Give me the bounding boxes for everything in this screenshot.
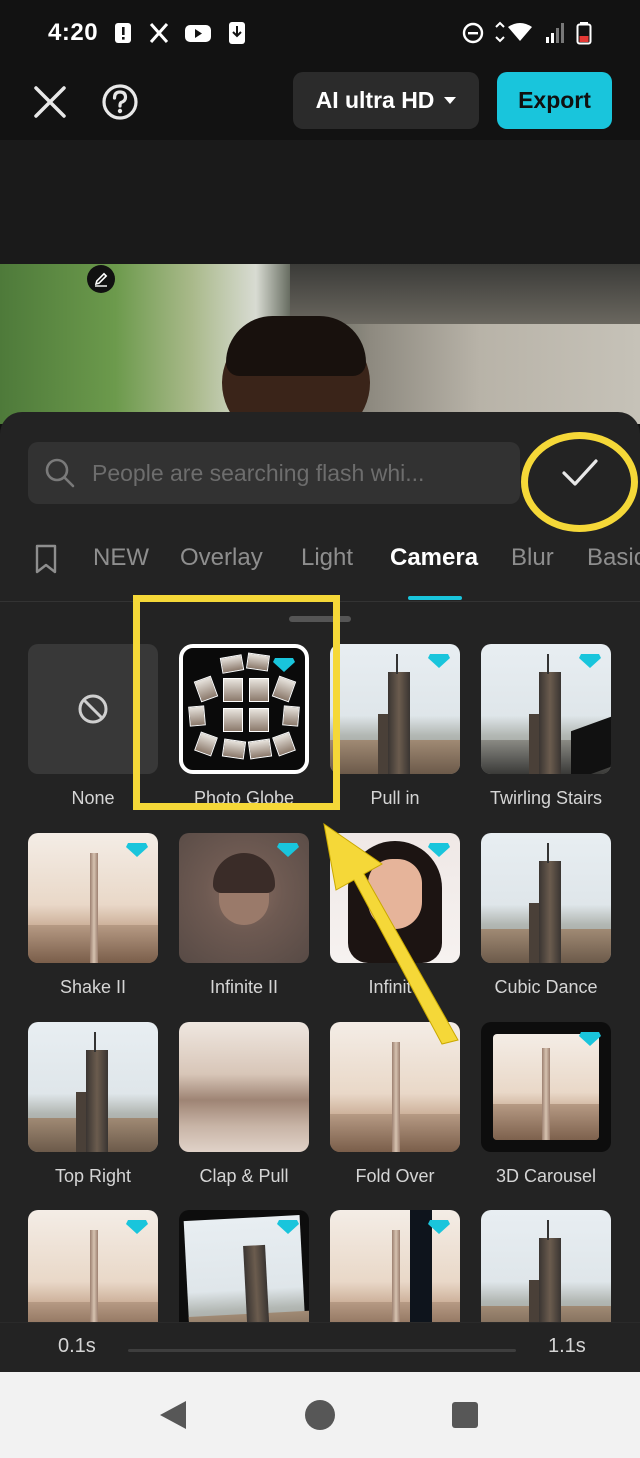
effect-label: Infinite: [368, 977, 422, 997]
effects-grid: None Photo Globe Pull in Twirling Stairs…: [0, 644, 640, 1364]
effect-thumbnail: [481, 1210, 611, 1340]
effect-label: None: [71, 788, 115, 808]
diamond-icon: [126, 843, 148, 857]
speed-bar: 0.1s 1.1s: [0, 1322, 640, 1372]
category-tabs: NEW Overlay Light Camera Blur Basic: [0, 530, 640, 602]
preview-backdrop: [0, 140, 640, 264]
diamond-icon: [579, 1032, 601, 1046]
effect-label: Infinite II: [209, 977, 279, 997]
pencil-icon: [94, 272, 108, 287]
dnd-icon: [462, 22, 484, 44]
effect-label: Fold Over: [355, 1166, 435, 1186]
effect-thumbnail: [179, 644, 309, 774]
speed-min-label: 0.1s: [58, 1335, 96, 1357]
effect-label: Photo Globe: [193, 788, 295, 808]
diamond-icon: [277, 1220, 299, 1234]
edit-badge[interactable]: [87, 265, 115, 293]
tab-blur[interactable]: Blur: [511, 544, 554, 572]
effect-thumbnail: [28, 1022, 158, 1152]
alert-icon: [115, 23, 132, 43]
wifi-icon: [495, 21, 532, 43]
effect-thumbnail: [28, 1210, 158, 1340]
effect-thumbnail: [330, 644, 460, 774]
effect-label: 3D Carousel: [495, 1166, 597, 1186]
effect-thumbnail: [28, 644, 158, 774]
tab-overlay[interactable]: Overlay: [180, 544, 263, 572]
status-bar: 4:20: [0, 0, 640, 66]
home-icon[interactable]: [305, 1400, 335, 1430]
effect-thumbnail: [179, 833, 309, 963]
effects-panel: NEW Overlay Light Camera Blur Basic None: [0, 412, 640, 1372]
diamond-icon: [428, 843, 450, 857]
quality-label: AI ultra HD: [315, 87, 435, 113]
effect-thumbnail: [179, 1210, 309, 1340]
effect-thumbnail: [28, 833, 158, 963]
speed-slider[interactable]: [128, 1349, 516, 1352]
effect-thumbnail: [330, 1210, 460, 1340]
tab-light[interactable]: Light: [301, 544, 353, 572]
checkmark-icon: [562, 459, 598, 486]
x-app-icon: [149, 23, 169, 43]
bookmark-icon[interactable]: [34, 544, 58, 574]
diamond-icon: [428, 1220, 450, 1234]
back-icon[interactable]: [160, 1401, 186, 1429]
effect-label: Cubic Dance: [494, 977, 598, 997]
effect-label: Pull in: [370, 788, 420, 808]
diamond-icon: [579, 654, 601, 668]
quality-dropdown[interactable]: AI ultra HD: [293, 72, 479, 129]
signal-icon: [546, 23, 564, 43]
help-icon[interactable]: [100, 82, 140, 122]
app-screen: 4:20 AI ultra HD Export People are searc…: [0, 0, 640, 1458]
effect-thumbnail: [481, 1022, 611, 1152]
effect-label: Twirling Stairs: [489, 788, 603, 808]
system-nav-bar: [0, 1372, 640, 1458]
diamond-icon: [126, 1220, 148, 1234]
diamond-icon: [428, 654, 450, 668]
recents-icon[interactable]: [452, 1402, 478, 1428]
speed-max-label: 1.1s: [548, 1335, 586, 1357]
diamond-icon: [277, 843, 299, 857]
battery-icon: [576, 22, 592, 45]
diamond-icon: [273, 658, 295, 672]
active-tab-indicator: [408, 596, 462, 600]
effect-thumbnail: [179, 1022, 309, 1152]
tab-camera[interactable]: Camera: [390, 544, 478, 572]
top-toolbar: AI ultra HD Export: [0, 66, 640, 138]
effect-label: Shake II: [59, 977, 127, 997]
effect-thumbnail: [481, 644, 611, 774]
close-icon[interactable]: [30, 82, 70, 122]
confirm-button[interactable]: [540, 442, 620, 504]
effect-thumbnail: [330, 833, 460, 963]
download-icon: [229, 22, 246, 44]
status-time: 4:20: [48, 19, 99, 46]
tab-new[interactable]: NEW: [93, 544, 149, 572]
search-bar: [28, 442, 520, 504]
drag-handle[interactable]: [289, 616, 351, 622]
youtube-icon: [185, 25, 212, 42]
effect-thumbnail: [481, 833, 611, 963]
tab-basic[interactable]: Basic: [587, 544, 640, 572]
effect-label: Top Right: [54, 1166, 132, 1186]
ban-icon: [78, 694, 108, 724]
chevron-down-icon: [444, 97, 457, 104]
search-icon: [45, 458, 75, 488]
search-input[interactable]: [92, 442, 512, 504]
effect-thumbnail: [330, 1022, 460, 1152]
effect-label: Clap & Pull: [199, 1166, 289, 1186]
export-button[interactable]: Export: [497, 72, 612, 129]
